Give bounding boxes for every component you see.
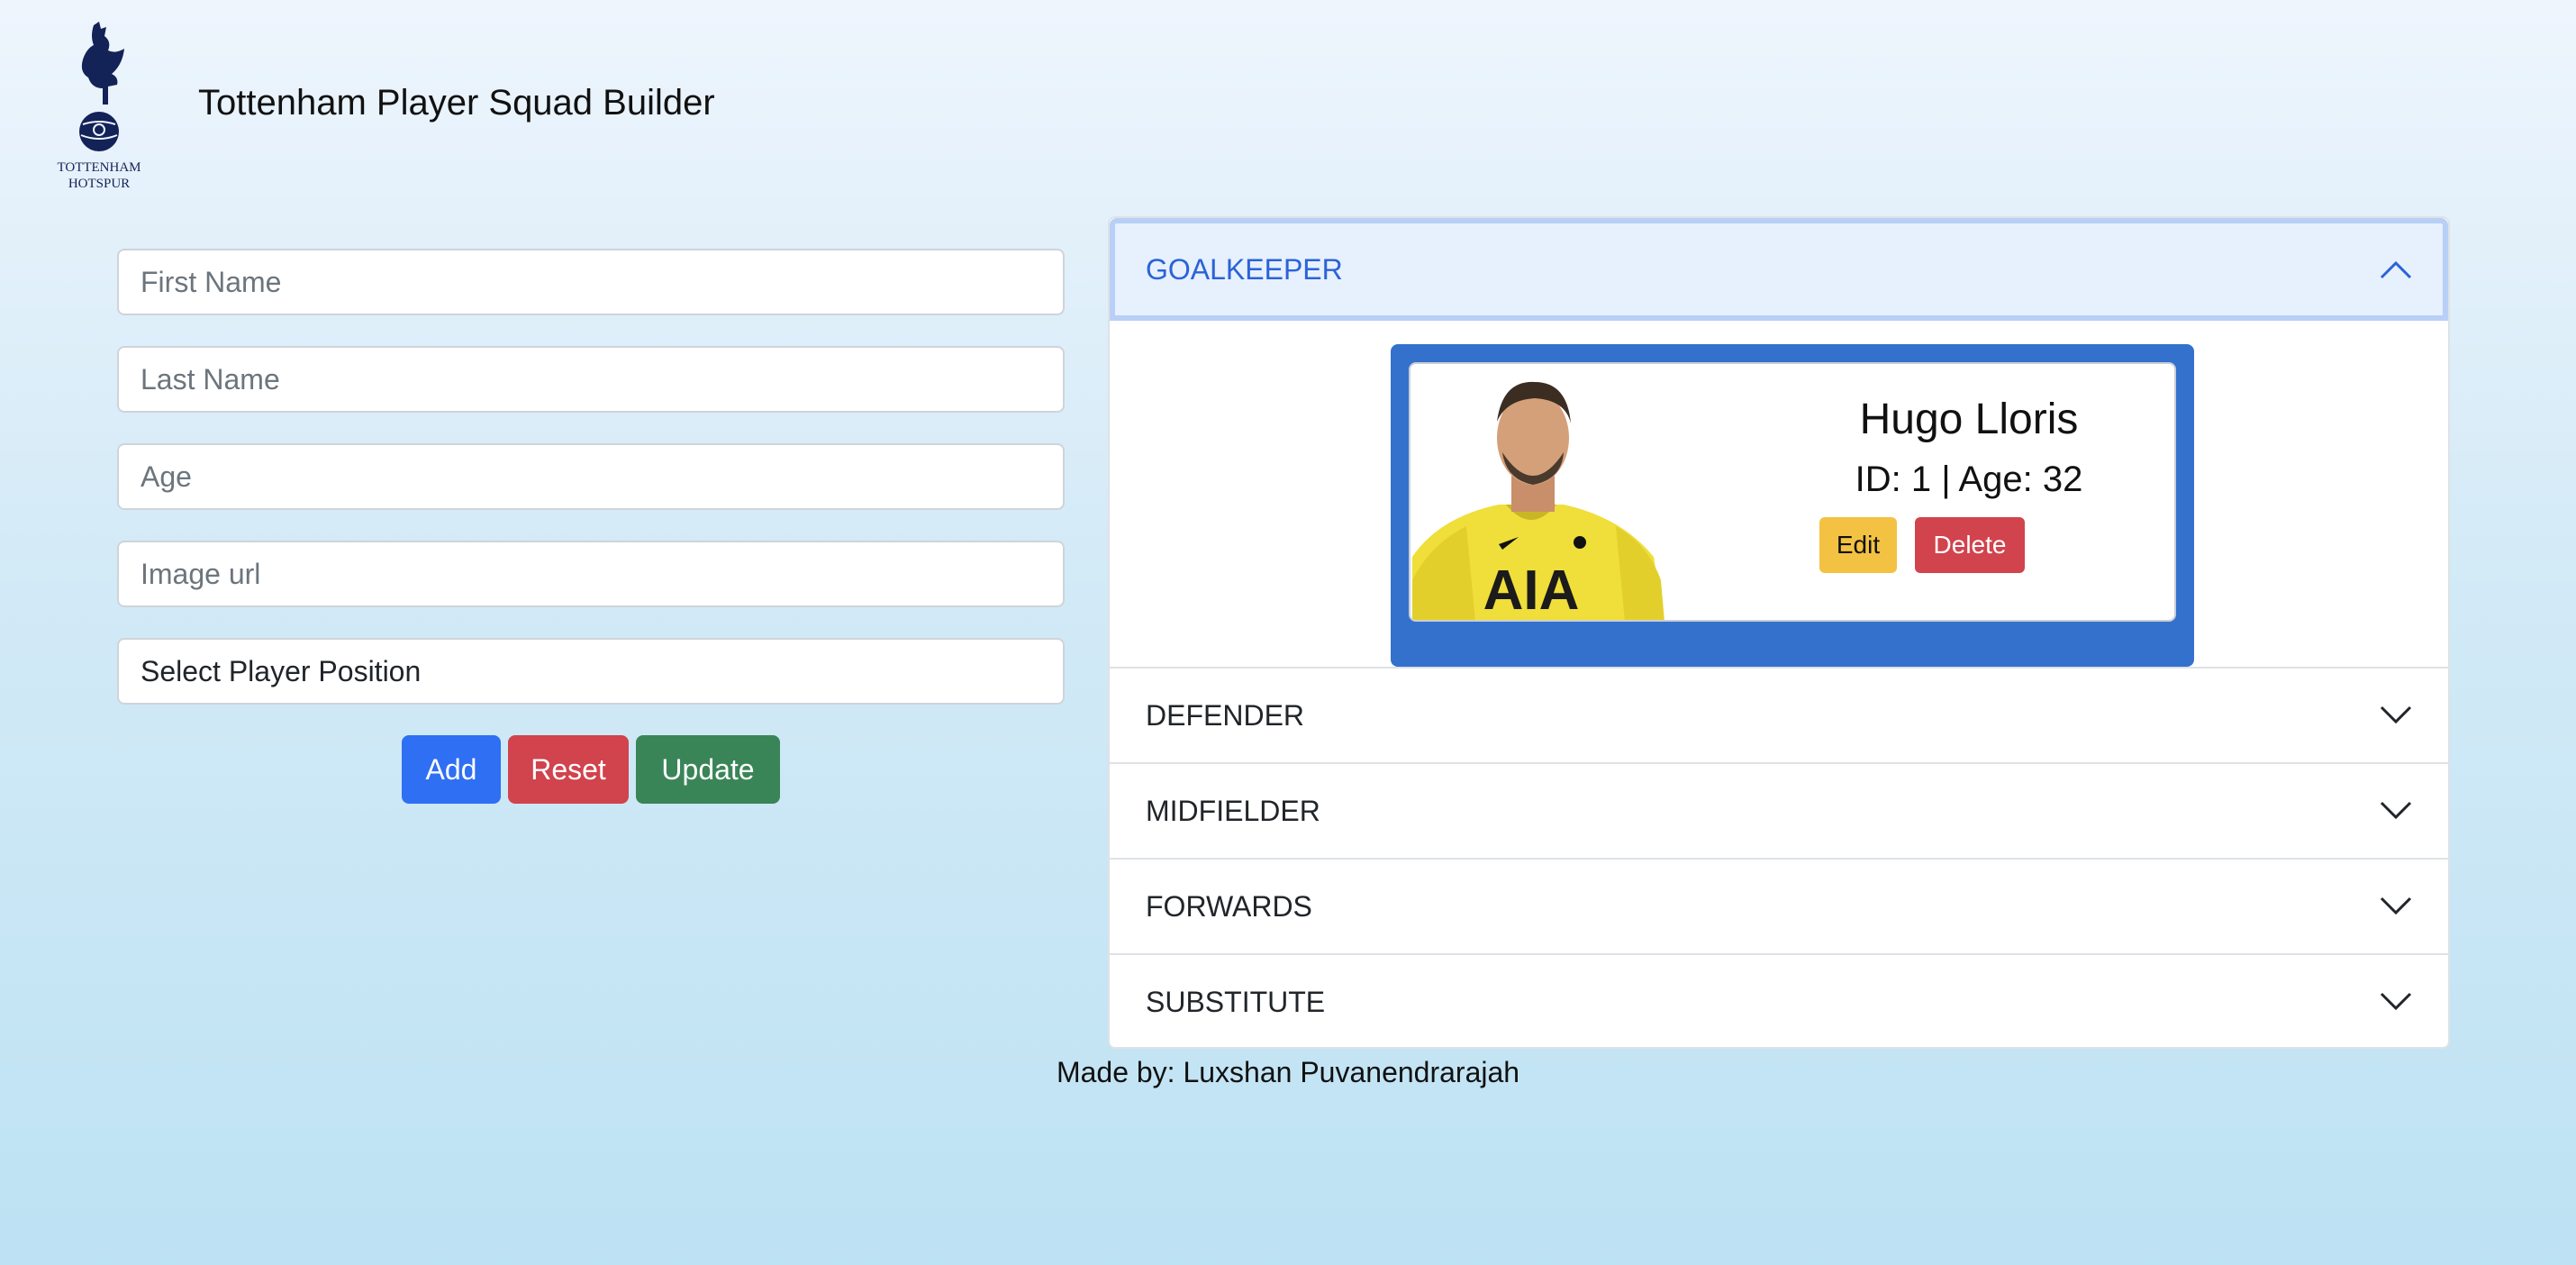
chevron-up-icon (2380, 259, 2412, 279)
accordion-label-defender: DEFENDER (1146, 698, 1305, 732)
position-select[interactable]: Select Player Position (117, 638, 1065, 705)
shirt-sponsor-text: AIA (1483, 560, 1580, 622)
accordion-header-defender[interactable]: DEFENDER (1110, 667, 2448, 762)
chevron-down-icon (2380, 992, 2412, 1012)
add-button[interactable]: Add (402, 735, 501, 804)
accordion-label-midfielder: MIDFIELDER (1146, 794, 1320, 827)
accordion-label-goalkeeper: GOALKEEPER (1146, 252, 1343, 286)
image-url-input[interactable] (117, 541, 1065, 607)
delete-player-button[interactable]: Delete (1915, 517, 2025, 573)
footer-credit: Made by: Luxshan Puvanendrarajah (1056, 1056, 1520, 1088)
player-photo: AIA (1412, 364, 1683, 622)
accordion-header-midfielder[interactable]: MIDFIELDER (1110, 762, 2448, 858)
player-meta: ID: 1 | Age: 32 (1855, 460, 2083, 499)
position-select-value: Select Player Position (141, 654, 422, 687)
age-input[interactable] (117, 443, 1065, 510)
last-name-input[interactable] (117, 346, 1065, 413)
page-title: Tottenham Player Squad Builder (198, 83, 715, 123)
first-name-input[interactable] (117, 249, 1065, 315)
reset-button[interactable]: Reset (508, 735, 629, 804)
edit-player-button[interactable]: Edit (1819, 517, 1897, 573)
chevron-down-icon (2380, 896, 2412, 916)
player-name: Hugo Lloris (1859, 396, 2079, 443)
player-card: AIA Hugo Lloris ID: 1 | Age: 32 Edit Del… (1391, 344, 2194, 667)
player-card-body: AIA Hugo Lloris ID: 1 | Age: 32 Edit Del… (1409, 362, 2176, 622)
accordion-label-substitute: SUBSTITUTE (1146, 985, 1326, 1018)
update-button[interactable]: Update (636, 735, 780, 804)
tottenham-logo: TOTTENHAM HOTSPUR (52, 18, 146, 195)
logo-text-line1: TOTTENHAM (57, 160, 141, 175)
accordion-header-goalkeeper[interactable]: GOALKEEPER (1110, 218, 2448, 321)
accordion-header-substitute[interactable]: SUBSTITUTE (1110, 953, 2448, 1047)
position-accordion: GOALKEEPER AIA Hugo Lloris ID: 1 | Age: … (1108, 216, 2450, 1049)
chevron-down-icon (2380, 801, 2412, 821)
logo-text-line2: HOTSPUR (68, 177, 130, 191)
accordion-header-forwards[interactable]: FORWARDS (1110, 858, 2448, 953)
chevron-down-icon (2380, 705, 2412, 725)
accordion-label-forwards: FORWARDS (1146, 889, 1312, 923)
